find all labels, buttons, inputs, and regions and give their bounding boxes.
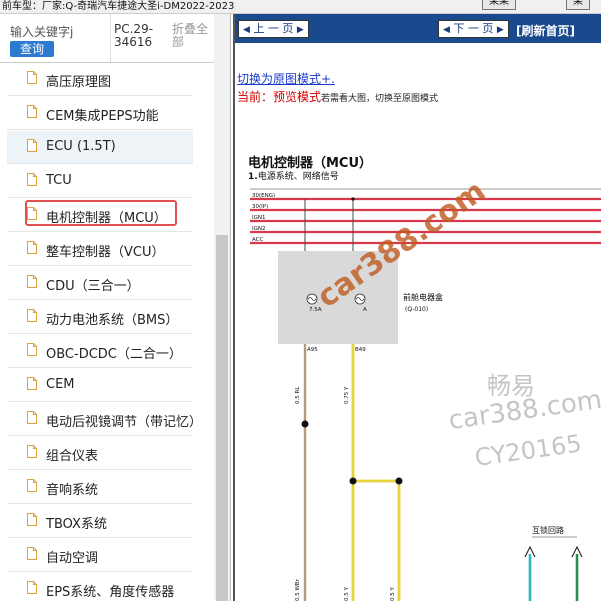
current-mode-value: 预览模式 bbox=[273, 90, 322, 104]
tree-item-label: 动力电池系统（BMS） bbox=[46, 313, 179, 328]
tree-item-label: OBC-DCDC（二合一） bbox=[46, 347, 182, 362]
tree-item[interactable]: CDU（三合一） bbox=[7, 267, 193, 300]
tree-item[interactable]: 整车控制器（VCU） bbox=[7, 233, 193, 266]
search-cell: 输入关键字j 查询 bbox=[0, 14, 111, 62]
tree-item-label: 整车控制器（VCU） bbox=[46, 245, 165, 260]
document-icon bbox=[27, 445, 37, 458]
search-row: 输入关键字j 查询 PC.29-34616 折叠全部 bbox=[0, 14, 230, 63]
bus-label: 30(IP) bbox=[252, 204, 268, 210]
prev-page-button[interactable]: ◀ 上 一 页 ▶ bbox=[238, 20, 309, 38]
page-nav-bar: ◀ 上 一 页 ▶ ◀ 下 一 页 ▶ [刷新首页] bbox=[235, 14, 601, 43]
pin-a: A95 bbox=[307, 347, 318, 353]
arrow-left-icon: ◀ bbox=[443, 25, 450, 35]
bus-label: IGN1 bbox=[252, 215, 266, 221]
tree-item[interactable]: 自动空调 bbox=[7, 539, 193, 572]
tree-item[interactable]: TBOX系统 bbox=[7, 505, 193, 538]
junction-dot bbox=[351, 197, 355, 201]
document-icon bbox=[27, 139, 37, 152]
pin-b: B49 bbox=[355, 347, 366, 353]
document-icon bbox=[27, 241, 37, 254]
toolbar-button-2[interactable]: 某 bbox=[566, 0, 590, 10]
wire-spec-a2: 0.5 WBr bbox=[295, 578, 301, 601]
tree-item[interactable]: TCU bbox=[7, 165, 193, 198]
tree-item[interactable]: 高压原理图 bbox=[7, 63, 193, 96]
prev-page-label: 上 一 页 bbox=[253, 22, 294, 35]
document-icon bbox=[27, 173, 37, 186]
tree-item-label: 电动后视镜调节（带记忆） bbox=[46, 415, 203, 430]
current-mode-label: 当前： bbox=[237, 90, 274, 104]
schematic-svg: 30(ENG) 30(IP) IGN1 IGN2 ACC 7.5A A 前舱电器… bbox=[250, 188, 601, 601]
scrollbar-thumb[interactable] bbox=[216, 235, 228, 601]
bus-label: IGN2 bbox=[252, 226, 266, 232]
document-tree: 高压原理图 CEM集成PEPS功能 ECU (1.5T) TCU 电机控制器（M… bbox=[0, 63, 214, 601]
wiring-diagram: 电机控制器（MCU） 1.电源系统、网络信号 30(ENG) 30(IP) IG… bbox=[235, 139, 601, 601]
arrow-right-icon: ▶ bbox=[296, 25, 304, 35]
wire-spec-b: 0.75 Y bbox=[344, 386, 350, 404]
wire-spec-b2: 0.5 Y bbox=[344, 587, 350, 601]
tree-item-label: CEM bbox=[46, 377, 75, 392]
selection-highlight bbox=[25, 200, 177, 226]
tree-item[interactable]: CEM bbox=[7, 369, 193, 402]
document-icon bbox=[27, 581, 37, 594]
tree-item-label: CDU（三合一） bbox=[46, 279, 140, 294]
fuse-rating-a: 7.5A bbox=[309, 307, 322, 313]
document-icon bbox=[27, 547, 37, 560]
interlock-label: 互锁回路 bbox=[532, 525, 564, 535]
fuse-rating-b: A bbox=[363, 307, 367, 313]
tree-item-label: EPS系统、角度传感器 bbox=[46, 585, 175, 600]
document-icon bbox=[27, 411, 37, 424]
fuse-box-code: (Q-010) bbox=[405, 306, 428, 313]
document-icon bbox=[27, 377, 37, 390]
pc-code: PC.29-34616 bbox=[114, 22, 154, 49]
tree-item[interactable]: 音响系统 bbox=[7, 471, 193, 504]
current-mode-hint: 若需看大图，切换至原图模式 bbox=[321, 94, 439, 104]
next-page-button[interactable]: ◀ 下 一 页 ▶ bbox=[438, 20, 509, 38]
document-icon bbox=[27, 479, 37, 492]
wire-spec-b3: 0.5 Y bbox=[390, 587, 396, 601]
document-icon bbox=[27, 275, 37, 288]
document-icon bbox=[27, 513, 37, 526]
refresh-home-link[interactable]: [刷新首页] bbox=[516, 22, 575, 39]
vehicle-model-text: 前车型：厂家:Q-奇瑞汽车捷途大圣i-DM2022-2023 bbox=[2, 1, 235, 12]
tree-item-label: ECU (1.5T) bbox=[46, 139, 116, 154]
document-icon bbox=[27, 71, 37, 84]
tree-item-label: TCU bbox=[46, 173, 72, 188]
tree-item[interactable]: ECU (1.5T) bbox=[7, 131, 193, 164]
next-page-label: 下 一 页 bbox=[453, 22, 494, 35]
document-icon bbox=[27, 309, 37, 322]
tree-item[interactable]: 动力电池系统（BMS） bbox=[7, 301, 193, 334]
tree-item[interactable]: EPS系统、角度传感器 bbox=[7, 573, 193, 601]
tree-item[interactable]: CEM集成PEPS功能 bbox=[7, 97, 193, 130]
splice-dot bbox=[349, 477, 357, 485]
switch-original-mode-link[interactable]: 切换为原图模式+. bbox=[237, 70, 335, 87]
tree-item[interactable]: OBC-DCDC（二合一） bbox=[7, 335, 193, 368]
viewer-panel: ◀ 上 一 页 ▶ ◀ 下 一 页 ▶ [刷新首页] 切换为原图模式+. 当前：… bbox=[233, 14, 601, 601]
current-mode-text: 当前：预览模式若需看大图，切换至原图模式 bbox=[237, 88, 438, 105]
tree-item-label: TBOX系统 bbox=[46, 517, 107, 532]
arrow-right-icon: ▶ bbox=[496, 25, 504, 35]
tree-item-label: CEM集成PEPS功能 bbox=[46, 109, 159, 124]
arrow-left-icon: ◀ bbox=[243, 25, 250, 35]
collapse-all-button[interactable]: 折叠全部 bbox=[172, 23, 214, 49]
document-icon bbox=[27, 343, 37, 356]
tree-item-label: 音响系统 bbox=[46, 483, 99, 498]
search-button[interactable]: 查询 bbox=[10, 41, 54, 57]
splice-dot bbox=[301, 420, 309, 428]
wire-spec-a: 0.5 RL bbox=[295, 386, 301, 404]
tree-item-label: 自动空调 bbox=[46, 551, 99, 566]
document-icon bbox=[27, 105, 37, 118]
left-panel: 输入关键字j 查询 PC.29-34616 折叠全部 高压原理图 CEM集成PE… bbox=[0, 14, 231, 601]
tree-item[interactable]: 电动后视镜调节（带记忆） bbox=[7, 403, 202, 436]
search-input[interactable]: 输入关键字j bbox=[10, 23, 106, 40]
tree-item-label: 组合仪表 bbox=[46, 449, 99, 464]
bus-label: ACC bbox=[252, 237, 264, 243]
title-bar: 前车型：厂家:Q-奇瑞汽车捷途大圣i-DM2022-2023 某某 某 bbox=[0, 0, 601, 14]
tree-item-label: 高压原理图 bbox=[46, 75, 112, 90]
tree-item[interactable]: 组合仪表 bbox=[7, 437, 193, 470]
splice-dot bbox=[395, 477, 403, 485]
toolbar-button-1[interactable]: 某某 bbox=[482, 0, 516, 10]
bus-label: 30(ENG) bbox=[252, 193, 275, 199]
fuse-box-name: 前舱电器盒 bbox=[403, 292, 443, 302]
